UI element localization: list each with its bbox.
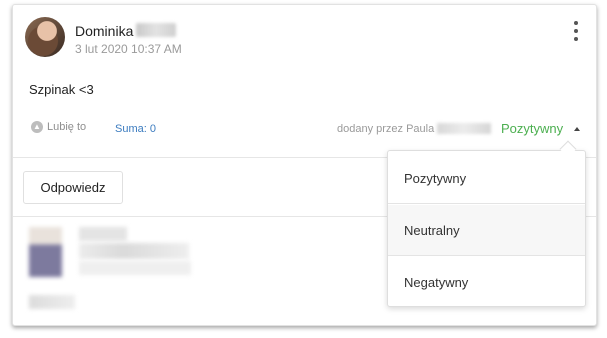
like-button[interactable]: ▲ Lubię to <box>31 121 86 133</box>
status-dropdown-toggle[interactable]: Pozytywny <box>501 121 563 136</box>
added-by-label: dodany przez Paula <box>337 123 435 135</box>
like-label: Lubię to <box>47 121 87 133</box>
redacted-comment-text <box>79 243 189 259</box>
status-option-positive[interactable]: Pozytywny <box>388 153 585 204</box>
avatar[interactable] <box>25 17 65 57</box>
status-dropdown-menu: Pozytywny Neutralny Negatywny <box>387 150 586 307</box>
thumbs-up-icon: ▲ <box>31 121 43 133</box>
status-option-negative[interactable]: Negatywny <box>388 257 585 308</box>
redacted-comment-meta <box>29 295 75 309</box>
reply-button[interactable]: Odpowiedz <box>23 171 123 204</box>
redacted-comment-text <box>79 261 191 275</box>
author-name[interactable]: Dominika <box>75 23 133 39</box>
post-text: Szpinak <3 <box>29 82 94 97</box>
redacted-name <box>437 123 491 134</box>
redacted-surname <box>136 23 176 37</box>
sum-counter[interactable]: Suma: 0 <box>115 123 156 135</box>
more-options-icon[interactable] <box>570 21 582 41</box>
redacted-comment-avatar <box>29 227 62 277</box>
status-option-neutral[interactable]: Neutralny <box>388 205 585 256</box>
caret-up-icon[interactable] <box>574 127 580 131</box>
post-timestamp[interactable]: 3 lut 2020 10:37 AM <box>75 42 182 56</box>
redacted-comment-author <box>79 227 127 241</box>
